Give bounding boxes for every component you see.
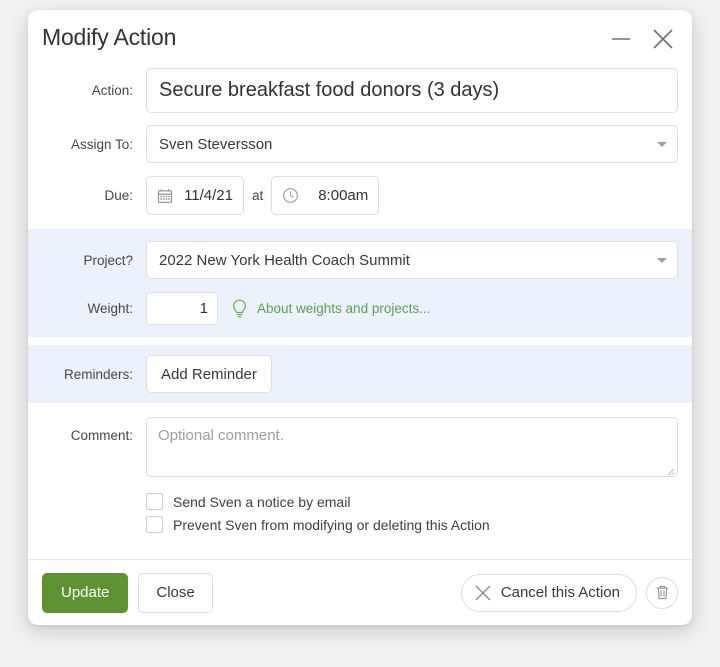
- due-row: Due: 11/4/21 at 8:00am: [28, 176, 692, 215]
- assign-to-select[interactable]: Sven Steversson: [146, 125, 678, 163]
- cancel-this-action-label: Cancel this Action: [500, 584, 620, 601]
- weight-input[interactable]: [146, 292, 218, 325]
- dialog-titlebar: Modify Action: [28, 10, 692, 68]
- action-label: Action:: [91, 83, 133, 98]
- due-date-picker[interactable]: 11/4/21: [146, 176, 244, 215]
- delete-button[interactable]: [646, 576, 678, 609]
- notify-checkbox-row[interactable]: Send Sven a notice by email: [146, 493, 678, 510]
- lock-checkbox[interactable]: [146, 516, 163, 533]
- weight-label: Weight:: [87, 301, 133, 316]
- action-input[interactable]: [146, 68, 678, 113]
- lock-checkbox-row[interactable]: Prevent Sven from modifying or deleting …: [146, 516, 678, 533]
- close-icon: [653, 29, 673, 49]
- close-button[interactable]: [648, 24, 678, 54]
- due-separator: at: [252, 188, 264, 203]
- about-weights-link[interactable]: About weights and projects...: [257, 301, 430, 316]
- due-date-value: 11/4/21: [184, 187, 233, 204]
- reminders-row: Reminders: Add Reminder: [42, 355, 678, 393]
- notify-checkbox[interactable]: [146, 493, 163, 510]
- clock-icon: [283, 188, 299, 203]
- options-group: Send Sven a notice by email Prevent Sven…: [28, 482, 692, 533]
- project-select[interactable]: 2022 New York Health Coach Summit: [146, 241, 678, 279]
- close-button-footer[interactable]: Close: [138, 572, 213, 613]
- reminders-label: Reminders:: [63, 366, 133, 382]
- due-time-picker[interactable]: 8:00am: [271, 176, 380, 215]
- minimize-button[interactable]: [606, 24, 636, 54]
- weight-row: Weight: About weights and projects...: [42, 292, 678, 325]
- chevron-down-icon: [657, 142, 667, 147]
- page-title: Modify Action: [42, 24, 177, 50]
- assign-to-value: Sven Steversson: [159, 135, 273, 153]
- comment-row: Comment:: [28, 417, 692, 482]
- comment-label: Comment:: [70, 428, 133, 443]
- lightbulb-icon: [232, 299, 247, 317]
- project-value: 2022 New York Health Coach Summit: [159, 251, 410, 269]
- cancel-this-action-button[interactable]: Cancel this Action: [460, 573, 637, 612]
- modify-action-dialog: Modify Action Action: Assign To:: [28, 10, 692, 625]
- calendar-icon: [157, 188, 173, 203]
- project-row: Project? 2022 New York Health Coach Summ…: [42, 241, 678, 279]
- dialog-body: Action: Assign To: Sven Steversson Due:: [28, 68, 692, 559]
- due-time-value: 8:00am: [318, 187, 369, 204]
- add-reminder-button[interactable]: Add Reminder: [146, 355, 272, 393]
- update-button[interactable]: Update: [42, 572, 129, 613]
- close-x-icon: [475, 585, 491, 600]
- trash-icon: [656, 585, 668, 600]
- chevron-down-icon: [657, 258, 667, 263]
- assign-to-row: Assign To: Sven Steversson: [28, 125, 692, 163]
- action-row: Action:: [28, 68, 692, 113]
- lock-checkbox-label: Prevent Sven from modifying or deleting …: [173, 516, 490, 533]
- section-gap: [28, 337, 692, 345]
- reminders-section: Reminders: Add Reminder: [28, 345, 692, 403]
- dialog-footer: Update Close Cancel this Action: [28, 559, 692, 625]
- assign-to-label: Assign To:: [70, 136, 133, 152]
- minimize-icon: [612, 38, 630, 40]
- comment-textarea[interactable]: [146, 417, 678, 477]
- project-section: Project? 2022 New York Health Coach Summ…: [28, 229, 692, 337]
- due-label: Due:: [104, 188, 133, 203]
- notify-checkbox-label: Send Sven a notice by email: [173, 493, 351, 510]
- project-label: Project?: [83, 252, 133, 268]
